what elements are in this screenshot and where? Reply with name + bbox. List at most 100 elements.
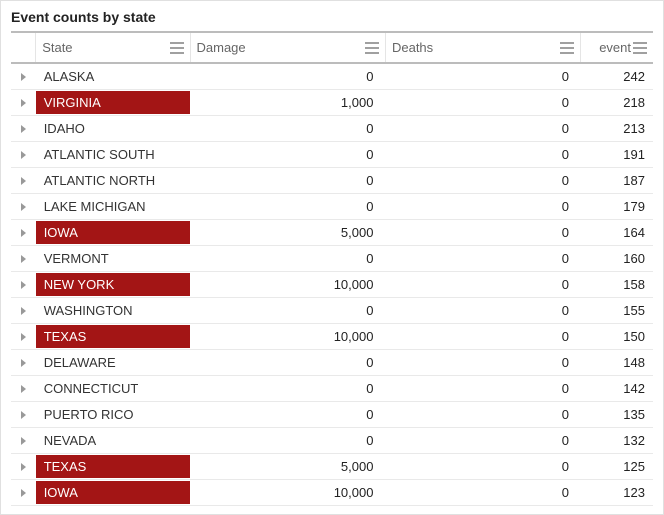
table-row[interactable]: DELAWARE00148: [11, 349, 653, 375]
table-row[interactable]: VIRGINIA1,0000218: [11, 89, 653, 115]
state-label: ALASKA: [36, 65, 190, 88]
expand-toggle[interactable]: [11, 63, 36, 89]
col-header-deaths[interactable]: Deaths: [385, 32, 580, 63]
cell-event: 148: [581, 349, 653, 375]
table-row[interactable]: IDAHO00213: [11, 115, 653, 141]
state-label: DELAWARE: [36, 351, 190, 374]
chevron-right-icon: [21, 151, 26, 159]
cell-damage: 0: [190, 115, 385, 141]
event-counts-panel: Event counts by state State Damage: [0, 0, 664, 515]
state-label: IOWA: [36, 481, 190, 504]
col-header-event-label: event: [599, 40, 631, 55]
col-header-damage[interactable]: Damage: [190, 32, 385, 63]
cell-deaths: 0: [385, 479, 580, 505]
column-menu-icon[interactable]: [365, 42, 379, 54]
cell-damage: 0: [190, 349, 385, 375]
table-row[interactable]: NEVADA00132: [11, 427, 653, 453]
cell-damage: 0: [190, 245, 385, 271]
expand-toggle[interactable]: [11, 297, 36, 323]
chevron-right-icon: [21, 463, 26, 471]
state-label: IDAHO: [36, 117, 190, 140]
state-label: TEXAS: [36, 325, 190, 348]
data-table: State Damage Deaths event: [11, 31, 653, 506]
expand-toggle[interactable]: [11, 453, 36, 479]
table-row[interactable]: NEW YORK10,0000158: [11, 271, 653, 297]
cell-deaths: 0: [385, 219, 580, 245]
expand-toggle[interactable]: [11, 271, 36, 297]
state-label: VERMONT: [36, 247, 190, 270]
col-header-event[interactable]: event: [581, 32, 653, 63]
panel-title: Event counts by state: [1, 1, 663, 31]
expand-toggle[interactable]: [11, 349, 36, 375]
table-row[interactable]: TEXAS10,0000150: [11, 323, 653, 349]
cell-deaths: 0: [385, 323, 580, 349]
expand-toggle[interactable]: [11, 245, 36, 271]
cell-event: 191: [581, 141, 653, 167]
table-row[interactable]: WASHINGTON00155: [11, 297, 653, 323]
chevron-right-icon: [21, 307, 26, 315]
chevron-right-icon: [21, 203, 26, 211]
table-row[interactable]: ATLANTIC SOUTH00191: [11, 141, 653, 167]
cell-damage: 10,000: [190, 323, 385, 349]
cell-deaths: 0: [385, 271, 580, 297]
expand-toggle[interactable]: [11, 401, 36, 427]
cell-event: 158: [581, 271, 653, 297]
expand-toggle[interactable]: [11, 323, 36, 349]
expand-toggle[interactable]: [11, 219, 36, 245]
state-label: CONNECTICUT: [36, 377, 190, 400]
table-row[interactable]: IOWA10,0000123: [11, 479, 653, 505]
state-label: IOWA: [36, 221, 190, 244]
cell-deaths: 0: [385, 375, 580, 401]
cell-damage: 0: [190, 401, 385, 427]
cell-damage: 10,000: [190, 479, 385, 505]
state-label: PUERTO RICO: [36, 403, 190, 426]
cell-deaths: 0: [385, 427, 580, 453]
expand-toggle[interactable]: [11, 167, 36, 193]
chevron-right-icon: [21, 125, 26, 133]
chevron-right-icon: [21, 73, 26, 81]
expand-toggle[interactable]: [11, 375, 36, 401]
expand-toggle[interactable]: [11, 115, 36, 141]
cell-deaths: 0: [385, 115, 580, 141]
cell-state: VERMONT: [36, 245, 190, 271]
expand-toggle[interactable]: [11, 479, 36, 505]
expand-toggle[interactable]: [11, 427, 36, 453]
cell-damage: 0: [190, 167, 385, 193]
cell-state: IOWA: [36, 219, 190, 245]
table-row[interactable]: PUERTO RICO00135: [11, 401, 653, 427]
table-row[interactable]: VERMONT00160: [11, 245, 653, 271]
cell-event: 160: [581, 245, 653, 271]
cell-damage: 0: [190, 297, 385, 323]
column-menu-icon[interactable]: [633, 42, 647, 54]
col-header-state-label: State: [42, 40, 72, 55]
col-header-state[interactable]: State: [36, 32, 190, 63]
cell-state: IDAHO: [36, 115, 190, 141]
chevron-right-icon: [21, 229, 26, 237]
table-row[interactable]: IOWA5,0000164: [11, 219, 653, 245]
cell-event: 142: [581, 375, 653, 401]
cell-state: NEW YORK: [36, 271, 190, 297]
cell-event: 164: [581, 219, 653, 245]
cell-deaths: 0: [385, 401, 580, 427]
state-label: LAKE MICHIGAN: [36, 195, 190, 218]
state-label: TEXAS: [36, 455, 190, 478]
cell-deaths: 0: [385, 63, 580, 89]
table-row[interactable]: TEXAS5,0000125: [11, 453, 653, 479]
cell-deaths: 0: [385, 245, 580, 271]
table-row[interactable]: ATLANTIC NORTH00187: [11, 167, 653, 193]
expand-toggle[interactable]: [11, 193, 36, 219]
table-row[interactable]: ALASKA00242: [11, 63, 653, 89]
column-menu-icon[interactable]: [560, 42, 574, 54]
expand-toggle[interactable]: [11, 141, 36, 167]
table-row[interactable]: CONNECTICUT00142: [11, 375, 653, 401]
cell-event: 150: [581, 323, 653, 349]
expand-toggle[interactable]: [11, 89, 36, 115]
chevron-right-icon: [21, 255, 26, 263]
cell-deaths: 0: [385, 453, 580, 479]
cell-state: TEXAS: [36, 323, 190, 349]
cell-deaths: 0: [385, 167, 580, 193]
column-menu-icon[interactable]: [170, 42, 184, 54]
table-row[interactable]: LAKE MICHIGAN00179: [11, 193, 653, 219]
cell-state: PUERTO RICO: [36, 401, 190, 427]
cell-deaths: 0: [385, 297, 580, 323]
